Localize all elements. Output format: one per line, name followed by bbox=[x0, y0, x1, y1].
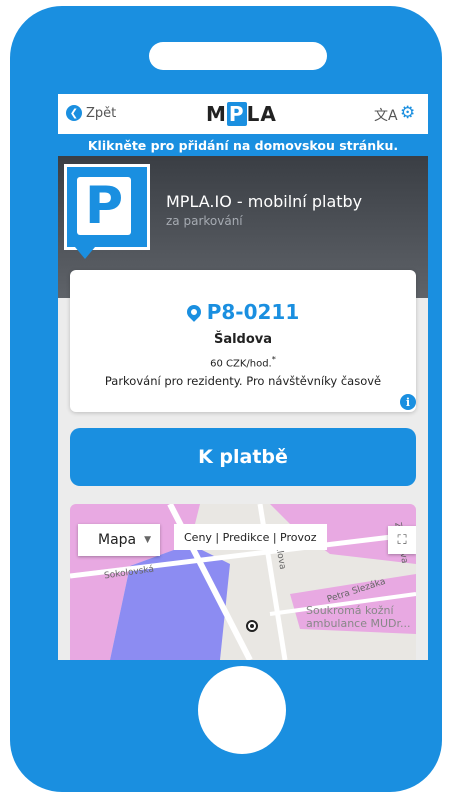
phone-home-button bbox=[198, 666, 286, 754]
parking-logo-letter: P bbox=[77, 176, 131, 236]
zone-code: P8-0211 bbox=[206, 300, 300, 324]
logo-suffix: LA bbox=[246, 102, 277, 126]
zone-header: P8-0211 bbox=[70, 300, 416, 324]
zone-note: Parkování pro rezidenty. Pro návštěvníky… bbox=[104, 374, 382, 388]
zone-price: 60 CZK/hod. bbox=[210, 358, 272, 370]
pay-button[interactable]: K platbě bbox=[70, 428, 416, 486]
info-icon[interactable]: i bbox=[400, 394, 416, 410]
back-button[interactable]: ❮ Zpět bbox=[66, 105, 116, 121]
map-layer-links[interactable]: Ceny | Predikce | Provoz bbox=[174, 524, 327, 550]
logo-p: P bbox=[226, 102, 247, 126]
poi-line-2: ambulance MUDr... bbox=[306, 617, 411, 630]
map-view[interactable]: Sokolovská Zenklova Petra Slezáka Zenklo… bbox=[70, 504, 416, 660]
add-to-homescreen-banner[interactable]: Klikněte pro přidání na domovskou stránk… bbox=[58, 134, 428, 156]
map-type-select[interactable]: Mapa ▼ bbox=[78, 524, 160, 556]
price-footnote-mark: * bbox=[271, 354, 276, 364]
gear-icon[interactable]: ⚙ bbox=[400, 103, 415, 123]
logo-prefix: M bbox=[206, 102, 227, 126]
chevron-left-icon: ❮ bbox=[66, 105, 82, 121]
map-type-label: Mapa bbox=[98, 532, 137, 548]
hero-title: MPLA.IO - mobilní platby bbox=[166, 192, 363, 211]
poi-line-1: Soukromá kožní bbox=[306, 604, 394, 617]
zone-card: P8-0211 Šaldova 60 CZK/hod.* Parkování p… bbox=[70, 270, 416, 412]
pay-button-label: K platbě bbox=[198, 446, 288, 468]
fullscreen-icon[interactable]: ⛶ bbox=[388, 526, 416, 554]
poi-label[interactable]: Soukromá kožní ambulance MUDr... bbox=[306, 604, 411, 630]
map-links-text: Ceny | Predikce | Provoz bbox=[184, 530, 317, 544]
banner-text: Klikněte pro přidání na domovskou stránk… bbox=[87, 137, 399, 153]
phone-frame: ❮ Zpět M P LA 文A ⚙ Klikněte pro přidání na… bbox=[10, 6, 442, 792]
app-screen: ❮ Zpět M P LA 文A ⚙ Klikněte pro přidání na… bbox=[58, 94, 428, 660]
top-bar: ❮ Zpět M P LA 文A ⚙ bbox=[58, 94, 428, 134]
hero-subtitle: za parkování bbox=[166, 214, 243, 228]
parking-logo: P bbox=[64, 164, 150, 259]
zone-price-line: 60 CZK/hod.* bbox=[70, 354, 416, 369]
caret-down-icon: ▼ bbox=[144, 535, 152, 545]
current-location-icon bbox=[246, 620, 258, 632]
back-label: Zpět bbox=[86, 105, 117, 121]
parking-logo-tail bbox=[75, 247, 95, 259]
translate-icon[interactable]: 文A bbox=[374, 105, 398, 125]
zone-street: Šaldova bbox=[213, 332, 273, 347]
map-pin-icon bbox=[183, 302, 204, 322]
app-logo: M P LA bbox=[206, 102, 277, 126]
phone-speaker bbox=[149, 42, 327, 70]
